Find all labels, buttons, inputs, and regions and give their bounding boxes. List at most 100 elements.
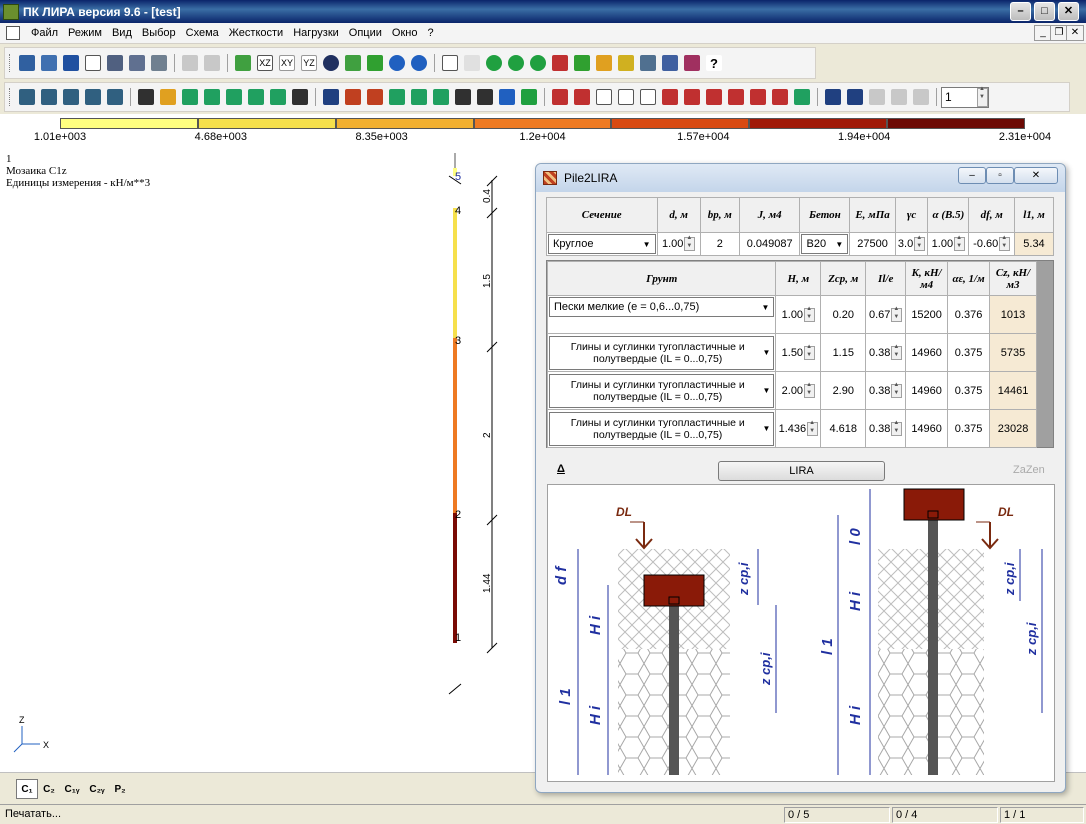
menu-options[interactable]: Опции bbox=[344, 27, 387, 39]
group-icon[interactable] bbox=[825, 89, 841, 105]
document-icon[interactable] bbox=[6, 26, 20, 40]
wrench-icon[interactable] bbox=[292, 89, 308, 105]
d-spinner[interactable] bbox=[684, 235, 696, 251]
gamma-cell[interactable]: 3.0 bbox=[894, 232, 929, 256]
concrete-select[interactable]: B20 ▼ bbox=[801, 234, 849, 254]
dialog-close-button[interactable]: ✕ bbox=[1014, 167, 1058, 184]
zoom-fit-icon[interactable] bbox=[411, 55, 427, 71]
section-select[interactable]: Круглое ▼ bbox=[548, 234, 656, 254]
save-icon[interactable] bbox=[63, 55, 79, 71]
material-icon[interactable] bbox=[433, 89, 449, 105]
yz-projection-icon[interactable]: YZ bbox=[301, 55, 317, 71]
add-node-icon[interactable] bbox=[204, 89, 220, 105]
zoom-window-icon[interactable] bbox=[530, 55, 546, 71]
gamma-spinner[interactable] bbox=[914, 235, 926, 251]
bottle-icon[interactable] bbox=[574, 55, 590, 71]
fragment-select-icon[interactable] bbox=[847, 89, 863, 105]
menu-window[interactable]: Окно bbox=[387, 27, 423, 39]
mdi-close-button[interactable]: ✕ bbox=[1066, 25, 1084, 41]
menu-help[interactable]: ? bbox=[422, 27, 438, 39]
lira-button[interactable]: LIRA bbox=[718, 461, 885, 481]
menu-view[interactable]: Вид bbox=[107, 27, 137, 39]
collapse-icon[interactable]: Δ bbox=[557, 463, 565, 475]
layers-icon[interactable] bbox=[640, 55, 656, 71]
soil-select[interactable]: Пески мелкие (е = 0,6...0,75) ▼ bbox=[549, 297, 775, 317]
maximize-button[interactable]: □ bbox=[1034, 2, 1055, 21]
zoom-out-icon[interactable] bbox=[508, 55, 524, 71]
menu-file[interactable]: Файл bbox=[26, 27, 63, 39]
copy-icon[interactable] bbox=[226, 89, 242, 105]
tab-c2y[interactable]: C₂ᵧ bbox=[85, 779, 109, 799]
spreadsheet-icon[interactable] bbox=[596, 89, 612, 105]
alpha-cell[interactable]: 1.00 bbox=[927, 232, 970, 256]
h-spinner[interactable] bbox=[804, 382, 816, 398]
toolbar-grip[interactable] bbox=[9, 54, 12, 72]
h-cell[interactable]: 2.00 bbox=[775, 371, 822, 410]
pin-icon[interactable] bbox=[477, 89, 493, 105]
hinge-icon[interactable] bbox=[345, 89, 361, 105]
h-spinner[interactable] bbox=[807, 420, 819, 436]
sort-icon[interactable] bbox=[662, 89, 678, 105]
marker-icon[interactable] bbox=[596, 55, 612, 71]
filter-icon[interactable] bbox=[442, 55, 458, 71]
section-icon[interactable] bbox=[411, 89, 427, 105]
nodes-icon[interactable] bbox=[552, 55, 568, 71]
disabled-tool-icon[interactable] bbox=[913, 89, 929, 105]
combination-icon[interactable] bbox=[706, 89, 722, 105]
menu-loads[interactable]: Нагрузки bbox=[288, 27, 344, 39]
columns-icon[interactable] bbox=[41, 89, 57, 105]
undo-icon[interactable] bbox=[182, 55, 198, 71]
menu-mode[interactable]: Режим bbox=[63, 27, 107, 39]
print-icon[interactable] bbox=[129, 55, 145, 71]
shell-icon[interactable] bbox=[107, 89, 123, 105]
frame-icon[interactable] bbox=[19, 89, 35, 105]
report-icon[interactable] bbox=[151, 55, 167, 71]
menu-select[interactable]: Выбор bbox=[137, 27, 181, 39]
h-spinner[interactable] bbox=[804, 306, 816, 322]
arrow-icon[interactable] bbox=[182, 89, 198, 105]
clipboard-icon[interactable] bbox=[270, 89, 286, 105]
soil-select[interactable]: Глины и суглинки тугопластичные и полутв… bbox=[549, 373, 775, 408]
book-icon[interactable] bbox=[684, 55, 700, 71]
il-spinner[interactable] bbox=[891, 420, 903, 436]
alpha-spinner[interactable] bbox=[954, 235, 966, 251]
tab-c2[interactable]: C₂ bbox=[39, 779, 59, 799]
fragment-icon[interactable] bbox=[464, 55, 480, 71]
il-spinner[interactable] bbox=[891, 344, 903, 360]
flag-icon[interactable] bbox=[345, 55, 361, 71]
zoom-in-icon[interactable] bbox=[486, 55, 502, 71]
load-case-icon[interactable] bbox=[684, 89, 700, 105]
menu-stiffness[interactable]: Жесткости bbox=[224, 27, 288, 39]
df-spinner[interactable] bbox=[999, 235, 1011, 251]
open-file-icon[interactable] bbox=[41, 55, 57, 71]
xy-projection-icon[interactable]: XY bbox=[279, 55, 295, 71]
dynamics-icon[interactable] bbox=[794, 89, 810, 105]
help-icon[interactable]: ? bbox=[706, 55, 722, 71]
tools-icon[interactable] bbox=[455, 89, 471, 105]
paste-icon[interactable] bbox=[248, 89, 264, 105]
d-cell[interactable]: 1.00 bbox=[656, 232, 701, 256]
h-cell[interactable]: 1.436 bbox=[775, 409, 822, 448]
il-spinner[interactable] bbox=[891, 382, 903, 398]
rigid-insert-icon[interactable] bbox=[367, 89, 383, 105]
il-cell[interactable]: 0.38 bbox=[865, 333, 907, 372]
redo-icon[interactable] bbox=[204, 55, 220, 71]
dialog-minimize-button[interactable]: – bbox=[958, 167, 986, 184]
table-icon[interactable] bbox=[552, 89, 568, 105]
list-icon[interactable] bbox=[618, 89, 634, 105]
close-button[interactable]: ✕ bbox=[1058, 2, 1079, 21]
spin-arrows[interactable] bbox=[977, 86, 988, 107]
grid-icon[interactable] bbox=[63, 89, 79, 105]
data-table-icon[interactable] bbox=[640, 89, 656, 105]
axes-icon[interactable] bbox=[235, 55, 251, 71]
pencil-icon[interactable] bbox=[367, 55, 383, 71]
rotate-icon[interactable] bbox=[323, 55, 339, 71]
lock-icon[interactable] bbox=[521, 89, 537, 105]
force-icon[interactable] bbox=[750, 89, 766, 105]
df-cell[interactable]: -0.60 bbox=[968, 232, 1015, 256]
edit-icon[interactable] bbox=[574, 89, 590, 105]
disabled-tool-icon[interactable] bbox=[891, 89, 907, 105]
soil-select[interactable]: Глины и суглинки тугопластичные и полутв… bbox=[549, 411, 775, 446]
toolbar-grip[interactable] bbox=[9, 88, 12, 106]
zoom-icon[interactable] bbox=[389, 55, 405, 71]
